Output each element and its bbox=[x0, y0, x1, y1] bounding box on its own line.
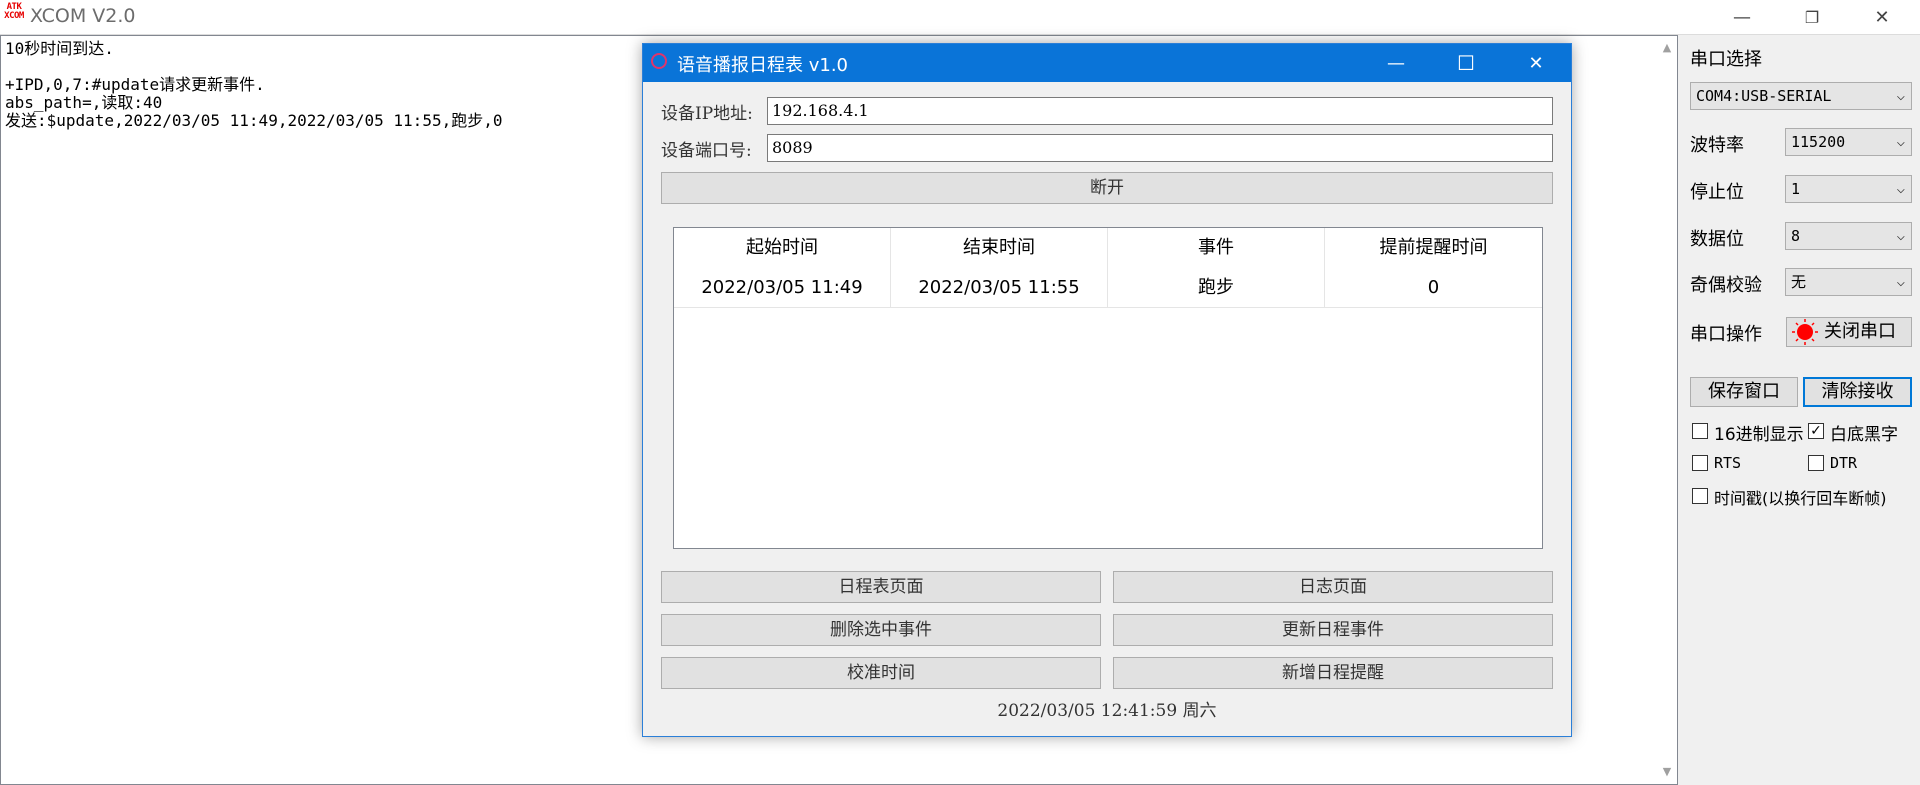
ip-input[interactable]: 192.168.4.1 bbox=[767, 97, 1553, 125]
clear-receive-button[interactable]: 清除接收 bbox=[1803, 377, 1912, 407]
rts-label: RTS bbox=[1714, 454, 1742, 472]
port-operation-label: 串口操作 bbox=[1690, 324, 1762, 345]
close-button[interactable]: ✕ bbox=[1846, 0, 1918, 34]
baud-label: 波特率 bbox=[1690, 135, 1744, 156]
column-header[interactable]: 提前提醒时间 bbox=[1325, 228, 1542, 268]
dialog-close-button[interactable]: ✕ bbox=[1501, 44, 1571, 82]
data-bits-label: 数据位 bbox=[1690, 229, 1744, 250]
port-status-icon bbox=[1792, 319, 1818, 345]
column-header[interactable]: 起始时间 bbox=[674, 228, 891, 268]
stop-bits-select[interactable]: 1 ⌵ bbox=[1785, 175, 1912, 203]
table-cell[interactable]: 跑步 bbox=[1108, 268, 1325, 308]
app-logo-icon: ATK XCOM bbox=[4, 2, 24, 21]
rts-checkbox[interactable] bbox=[1692, 455, 1708, 471]
save-window-button[interactable]: 保存窗口 bbox=[1690, 377, 1798, 407]
white-black-checkbox[interactable]: ✓ bbox=[1808, 423, 1824, 439]
dtr-label: DTR bbox=[1830, 454, 1858, 472]
scroll-up-icon[interactable]: ▲ bbox=[1657, 38, 1677, 58]
schedule-dialog: 语音播报日程表 v1.0 — ☐ ✕ 设备IP地址: 192.168.4.1 设… bbox=[642, 43, 1572, 737]
parity-select[interactable]: 无 ⌵ bbox=[1785, 268, 1912, 296]
scroll-down-icon[interactable]: ▼ bbox=[1657, 762, 1677, 782]
port-select-label: 串口选择 bbox=[1690, 49, 1762, 70]
current-datetime: 2022/03/05 12:41:59 周六 bbox=[997, 701, 1217, 721]
stop-bits-label: 停止位 bbox=[1690, 182, 1744, 203]
serial-settings-panel: 串口选择 COM4:USB-SERIAL ⌵ 波特率 115200 ⌵ 停止位 1 ⌵… bbox=[1678, 35, 1920, 785]
chevron-down-icon: ⌵ bbox=[1896, 134, 1905, 150]
delete-selected-button[interactable]: 删除选中事件 bbox=[661, 614, 1101, 646]
port-label: 设备端口号: bbox=[661, 141, 752, 161]
receive-text: 10秒时间到达. +IPD,0,7:#update请求更新事件. abs_pat… bbox=[5, 39, 503, 130]
column-header[interactable]: 结束时间 bbox=[891, 228, 1108, 268]
hex-display-label: 16进制显示 bbox=[1714, 425, 1804, 445]
timestamp-checkbox[interactable] bbox=[1692, 488, 1708, 504]
column-header[interactable]: 事件 bbox=[1108, 228, 1325, 268]
dialog-maximize-button[interactable]: ☐ bbox=[1431, 44, 1501, 82]
port-select[interactable]: COM4:USB-SERIAL ⌵ bbox=[1690, 82, 1912, 110]
dialog-title: 语音播报日程表 v1.0 bbox=[677, 55, 848, 76]
app-title: XCOM V2.0 bbox=[30, 5, 136, 27]
timestamp-label: 时间戳(以换行回车断帧) bbox=[1714, 489, 1887, 508]
restore-button[interactable]: ❐ bbox=[1776, 0, 1848, 34]
schedule-page-button[interactable]: 日程表页面 bbox=[661, 571, 1101, 603]
ip-label: 设备IP地址: bbox=[661, 104, 753, 124]
table-cell[interactable]: 2022/03/05 11:55 bbox=[891, 268, 1108, 308]
chevron-down-icon: ⌵ bbox=[1896, 88, 1905, 104]
chevron-down-icon: ⌵ bbox=[1896, 274, 1905, 290]
data-bits-select[interactable]: 8 ⌵ bbox=[1785, 222, 1912, 250]
close-port-button[interactable]: 关闭串口 bbox=[1786, 317, 1912, 347]
update-events-button[interactable]: 更新日程事件 bbox=[1113, 614, 1553, 646]
table-cell[interactable]: 2022/03/05 11:49 bbox=[674, 268, 891, 308]
port-input[interactable]: 8089 bbox=[767, 134, 1553, 162]
minimize-button[interactable]: — bbox=[1706, 0, 1778, 34]
receive-scrollbar[interactable]: ▲ ▼ bbox=[1657, 36, 1677, 784]
dtr-checkbox[interactable] bbox=[1808, 455, 1824, 471]
chevron-down-icon: ⌵ bbox=[1896, 181, 1905, 197]
add-reminder-button[interactable]: 新增日程提醒 bbox=[1113, 657, 1553, 689]
schedule-table[interactable]: 起始时间 结束时间 事件 提前提醒时间 2022/03/05 11:49 202… bbox=[673, 227, 1543, 549]
table-cell[interactable]: 0 bbox=[1325, 268, 1542, 308]
dialog-titlebar: 语音播报日程表 v1.0 — ☐ ✕ bbox=[643, 44, 1571, 82]
chevron-down-icon: ⌵ bbox=[1896, 228, 1905, 244]
app-icon bbox=[651, 53, 667, 69]
disconnect-button[interactable]: 断开 bbox=[661, 172, 1553, 204]
dialog-minimize-button[interactable]: — bbox=[1361, 44, 1431, 82]
log-page-button[interactable]: 日志页面 bbox=[1113, 571, 1553, 603]
app-titlebar: ATK XCOM XCOM V2.0 — ❐ ✕ bbox=[0, 0, 1920, 34]
baud-select[interactable]: 115200 ⌵ bbox=[1785, 128, 1912, 156]
calibrate-time-button[interactable]: 校准时间 bbox=[661, 657, 1101, 689]
parity-label: 奇偶校验 bbox=[1690, 275, 1762, 296]
hex-display-checkbox[interactable] bbox=[1692, 423, 1708, 439]
white-black-label: 白底黑字 bbox=[1830, 425, 1898, 445]
